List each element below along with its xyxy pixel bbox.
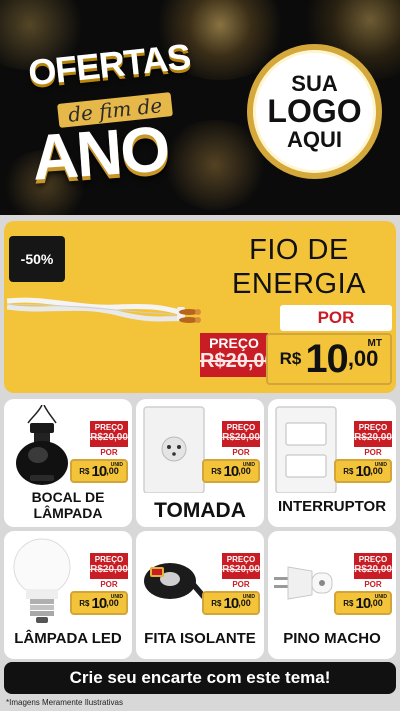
product-card-bocal[interactable]: PREÇO R$20,00 POR R$ 10 ,00 UNID BOCAL D… [4,399,132,527]
old-price: R$20,00 [354,432,392,443]
preco-label: PREÇO [226,423,256,432]
product-name: FITA ISOLANTE [144,630,256,647]
old-price-box: PREÇO R$20,00 [200,333,276,377]
preco-label: PREÇO [94,555,124,564]
price-whole: 10 [223,462,240,480]
product-name: BOCAL DE LÂMPADA [31,489,105,521]
wire-cable-image [7,297,201,323]
title-ofertas: OFERTAS [26,35,192,94]
led-bulb-image [13,538,71,623]
logo-line-2: LOGO [267,92,362,129]
currency-symbol: R$ [343,466,354,476]
product-card-interruptor[interactable]: PREÇO R$20,00 POR R$ 10 ,00 UNID INTERRU… [268,399,396,527]
por-label: POR [90,579,128,591]
product-card-tomada[interactable]: PREÇO R$20,00 POR R$ 10 ,00 UNID TOMADA [136,399,264,527]
old-price: R$20,00 [354,564,392,575]
price-unit: UNID [374,594,387,600]
lamp-socket-image [16,405,68,485]
price-unit: MT [367,338,382,349]
currency-symbol: R$ [79,598,90,608]
price-whole: 10 [355,462,372,480]
male-plug-image [274,566,333,600]
new-price-box: R$ 10 ,00 UNID [202,591,260,615]
insulating-tape-image [144,563,206,599]
preco-label: PREÇO [209,335,259,351]
product-name: LÂMPADA LED [14,630,122,647]
price-tag: PREÇO R$20,00 POR R$ 10 ,00 UNID [70,421,128,485]
old-price-box: PREÇO R$20,00 [222,553,260,579]
price-unit: UNID [242,594,255,600]
promo-title: OFERTAS de fim de ANO [26,30,192,194]
featured-title: FIO DE ENERGIA [209,233,389,301]
new-price-box: R$ 10 ,00 UNID [70,459,128,483]
price-whole: 10 [91,462,108,480]
price-unit: UNID [242,462,255,468]
featured-title-line-1: FIO DE [249,234,349,266]
featured-title-line-2: ENERGIA [231,268,367,300]
currency-symbol: R$ [211,598,222,608]
old-price: R$20,00 [90,432,128,443]
title-ano: ANO [29,112,171,194]
por-label: POR [90,447,128,459]
price-whole: 10 [305,336,348,381]
power-outlet-image [143,406,205,493]
logo-line-3: AQUI [287,127,342,153]
product-name: TOMADA [154,499,246,522]
old-price: R$20,00 [222,564,260,575]
por-label: POR [354,447,392,459]
new-price-box: R$ 10 ,00 UNID [334,591,392,615]
product-card-lampada-led[interactable]: PREÇO R$20,00 POR R$ 10 ,00 UNID LÂMPADA… [4,531,132,659]
price-tag: PREÇO R$20,00 POR R$ 10 ,00 UNID [202,421,260,485]
price-tag: PREÇO R$20,00 POR R$ 10 ,00 UNID [70,553,128,617]
preco-label: PREÇO [226,555,256,564]
disclaimer-text: *Imagens Meramente Ilustrativas [6,698,123,707]
old-price-box: PREÇO R$20,00 [354,553,392,579]
new-price-box: R$ 10 ,00 UNID [334,459,392,483]
price-unit: UNID [110,462,123,468]
new-price-box: R$ 10 ,00 UNID [202,459,260,483]
old-price-box: PREÇO R$20,00 [90,421,128,447]
currency-symbol: R$ [79,466,90,476]
currency-symbol: R$ [343,598,354,608]
price-tag: PREÇO R$20,00 POR R$ 10 ,00 UNID [334,553,392,617]
price-tag: PREÇO R$20,00 POR R$ 10 ,00 UNID [334,421,392,485]
price-whole: 10 [91,594,108,612]
featured-price-tag: POR PREÇO R$20,00 R$ 10 ,00 MT [200,305,392,385]
product-name: PINO MACHO [283,630,381,647]
currency-symbol: R$ [279,349,302,368]
preco-label: PREÇO [358,555,388,564]
price-tag: PREÇO R$20,00 POR R$ 10 ,00 UNID [202,553,260,617]
create-flyer-button[interactable]: Crie seu encarte com este tema! [4,662,396,694]
preco-label: PREÇO [358,423,388,432]
old-price: R$20,00 [90,564,128,575]
price-whole: 10 [355,594,372,612]
por-label: POR [354,579,392,591]
price-whole: 10 [223,594,240,612]
discount-badge: -50% [9,236,65,282]
currency-symbol: R$ [211,466,222,476]
logo-line-1: SUA [291,70,338,96]
por-label: POR [280,305,392,331]
product-card-fita-isolante[interactable]: PREÇO R$20,00 POR R$ 10 ,00 UNID FITA IS… [136,531,264,659]
old-price-box: PREÇO R$20,00 [354,421,392,447]
price-unit: UNID [110,594,123,600]
new-price-box: R$ 10 ,00 UNID [70,591,128,615]
por-label: POR [222,447,260,459]
price-cents: ,00 [347,346,379,371]
new-price-box: R$ 10 ,00 MT [266,333,392,385]
por-label: POR [222,579,260,591]
old-price: R$20,00 [222,432,260,443]
preco-label: PREÇO [94,423,124,432]
logo-placeholder[interactable]: SUA LOGO AQUI [247,44,382,179]
product-name: INTERRUPTOR [277,498,387,515]
featured-product-card[interactable]: -50% FIO DE ENERGIA POR PREÇO R$20,00 R$… [4,221,396,393]
old-price: R$20,00 [200,350,276,372]
product-card-pino-macho[interactable]: PREÇO R$20,00 POR R$ 10 ,00 UNID PINO MA… [268,531,396,659]
old-price-box: PREÇO R$20,00 [222,421,260,447]
header-banner: OFERTAS de fim de ANO SUA LOGO AQUI [0,0,400,215]
old-price-box: PREÇO R$20,00 [90,553,128,579]
light-switch-image [275,406,337,493]
price-unit: UNID [374,462,387,468]
